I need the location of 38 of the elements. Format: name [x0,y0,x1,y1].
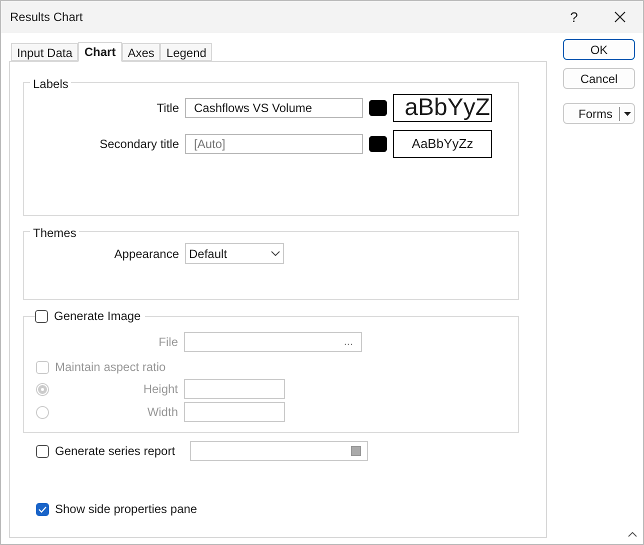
tab[interactable]: Input Data [11,43,78,61]
checkbox[interactable] [36,502,49,516]
resize-grip-icon[interactable] [628,532,637,537]
help-button[interactable]: ? [551,1,597,33]
checkbox[interactable] [35,310,48,322]
checkbox-label: Show side properties pane [55,501,198,518]
chevron-down-icon [271,251,280,256]
color-swatch[interactable] [369,136,387,152]
checkbox-label: Maintain aspect ratio [55,359,166,376]
tab[interactable]: Chart [78,42,122,62]
report-field[interactable] [190,441,368,461]
checkbox[interactable] [36,444,49,458]
caret-icon [624,112,630,116]
font-preview[interactable]: AaBbYyZz [393,130,492,158]
text-field[interactable] [184,402,285,422]
field-label: File [158,334,179,351]
cancel-button[interactable]: Cancel [563,68,635,89]
checkbox-label: Generate Image [54,308,141,324]
text-field[interactable] [184,379,285,399]
field-label: Width [146,404,179,421]
color-swatch[interactable] [369,100,387,116]
tab[interactable]: Legend [160,43,212,61]
window-title: Results Chart [10,9,83,26]
field-label: Appearance [113,246,180,262]
text-field[interactable]: [Auto] [185,134,363,154]
font-preview[interactable]: aBbYyZ [393,94,492,122]
split-button[interactable]: Forms [563,103,635,124]
field-label: Height [142,381,179,398]
ok-button[interactable]: OK [563,39,635,60]
square-icon [351,446,361,456]
field-label: Title [156,100,180,117]
close-icon [614,11,626,23]
tab[interactable]: Axes [122,43,160,61]
checkbox-label: Generate series report [55,443,176,460]
text-field[interactable]: Cashflows VS Volume [185,98,363,118]
check-icon [38,506,47,512]
field-label: Secondary title [98,136,180,153]
appearance-dropdown[interactable]: Default [185,243,284,264]
